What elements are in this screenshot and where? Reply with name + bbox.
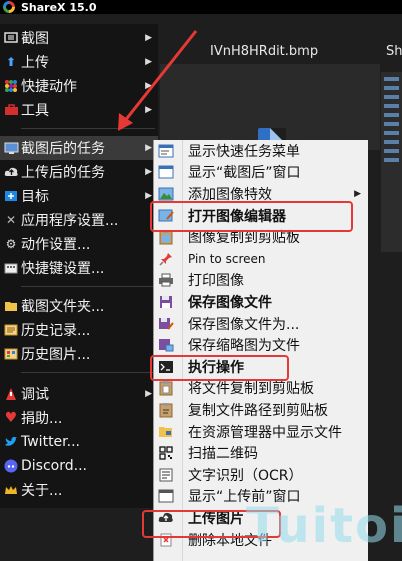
discord-icon (3, 458, 19, 474)
menu-item-capture[interactable]: 截图 ▶ (0, 26, 158, 50)
watermark: Tuitoi (246, 498, 402, 554)
tray-context-menu: 截图 ▶ ⬆ 上传 ▶ 快捷动作 ▶ 工具 ▶ 截图后的任务 ▶ 上传后的任务 … (0, 24, 158, 508)
menu-item-after-capture-tasks[interactable]: 截图后的任务 ▶ (0, 136, 158, 160)
toolbox-icon (3, 102, 19, 118)
menu-item-quick-actions[interactable]: 快捷动作 ▶ (0, 74, 158, 98)
menu-item-task-settings[interactable]: ⚙ 动作设置... (0, 232, 158, 256)
highlight-box-image-editor (150, 201, 353, 232)
submenu-arrow-icon: ▶ (145, 191, 152, 201)
qr-code-icon (157, 444, 175, 462)
copy-path-icon (157, 401, 175, 419)
gear-icon: ⚙ (5, 237, 17, 251)
menu-separator (21, 372, 155, 373)
twitter-icon (3, 434, 19, 450)
save-icon (157, 293, 175, 311)
folder-icon (3, 298, 19, 314)
submenu-arrow-icon: ▶ (145, 167, 152, 177)
menu-item-donate[interactable]: ♥ 捐助... (0, 406, 158, 430)
explorer-folder-icon (157, 423, 175, 441)
crown-icon (3, 482, 19, 498)
history-list-icon (3, 322, 19, 338)
menu-item-history[interactable]: 历史记录... (0, 318, 158, 342)
sub-item-show-quick-task-menu[interactable]: 显示快速任务菜单 (154, 140, 369, 162)
thumbnail-icon (157, 336, 175, 354)
sharex-logo-icon (3, 1, 15, 13)
wrench-icon: ✕ (5, 213, 17, 227)
quick-menu-icon (157, 142, 175, 160)
window-icon (157, 487, 175, 505)
submenu-arrow-icon: ▶ (145, 81, 152, 91)
sub-item-copy-file-path[interactable]: 复制文件路径到剪贴板 (154, 399, 369, 421)
submenu-arrow-icon: ▶ (145, 143, 152, 153)
menu-item-upload[interactable]: ⬆ 上传 ▶ (0, 50, 158, 74)
monitor-icon (3, 140, 19, 156)
menu-separator (21, 286, 155, 287)
menu-item-tools[interactable]: 工具 ▶ (0, 98, 158, 122)
debug-icon (3, 386, 19, 402)
menu-item-after-upload-tasks[interactable]: 上传后的任务 ▶ (0, 160, 158, 184)
sub-item-show-in-explorer[interactable]: 在资源管理器中显示文件 (154, 421, 369, 443)
menu-item-twitter[interactable]: Twitter... (0, 430, 158, 454)
menu-item-destinations[interactable]: 目标 ▶ (0, 184, 158, 208)
menu-item-about[interactable]: 关于... (0, 478, 158, 502)
printer-icon (157, 271, 175, 289)
keyboard-icon (3, 260, 19, 276)
file-tab[interactable]: IVnH8HRdit.bmp (210, 44, 318, 59)
sub-item-show-after-capture-window[interactable]: 显示“截图后”窗口 (154, 162, 369, 184)
ocr-icon (157, 466, 175, 484)
sub-item-print-image[interactable]: 打印图像 (154, 270, 369, 292)
submenu-arrow-icon: ▶ (145, 33, 152, 43)
copy-file-icon (157, 379, 175, 397)
menu-item-screenshots-folder[interactable]: 截图文件夹... (0, 294, 158, 318)
pin-icon (157, 250, 175, 268)
sub-item-save-image-file[interactable]: 保存图像文件 (154, 291, 369, 313)
menu-item-app-settings[interactable]: ✕ 应用程序设置... (0, 208, 158, 232)
thumbnail-sidebar (381, 72, 402, 252)
submenu-arrow-icon: ▶ (145, 105, 152, 115)
sub-item-scan-qr-code[interactable]: 扫描二维码 (154, 442, 369, 464)
sub-item-pin-to-screen[interactable]: Pin to screen (154, 248, 369, 270)
title-bar: ShareX 15.0 (0, 0, 402, 14)
save-as-icon (157, 315, 175, 333)
window-icon (157, 163, 175, 181)
sub-item-save-thumbnail[interactable]: 保存缩略图为文件 (154, 334, 369, 356)
menu-item-discord[interactable]: Discord... (0, 454, 158, 478)
menu-item-hotkey-settings[interactable]: 快捷键设置... (0, 256, 158, 280)
cloud-upload-icon (3, 164, 19, 180)
image-history-icon (3, 346, 19, 362)
screen-capture-icon (3, 30, 19, 46)
window-title: ShareX 15.0 (21, 0, 97, 14)
sub-item-save-image-file-as[interactable]: 保存图像文件为... (154, 313, 369, 335)
submenu-arrow-icon: ▶ (354, 188, 361, 199)
menu-item-image-history[interactable]: 历史图片... (0, 342, 158, 366)
menu-separator (21, 128, 155, 129)
grid-dots-icon (3, 78, 19, 94)
sub-item-ocr[interactable]: 文字识别（OCR） (154, 464, 369, 486)
upload-arrow-icon: ⬆ (5, 55, 17, 69)
target-icon (3, 188, 19, 204)
submenu-arrow-icon: ▶ (145, 389, 152, 399)
highlight-box-perform-actions (150, 355, 289, 381)
file-tab-2[interactable]: Sh (386, 44, 402, 59)
heart-icon: ♥ (4, 410, 18, 426)
menu-item-debug[interactable]: 调试 ▶ (0, 382, 158, 406)
submenu-arrow-icon: ▶ (145, 57, 152, 67)
